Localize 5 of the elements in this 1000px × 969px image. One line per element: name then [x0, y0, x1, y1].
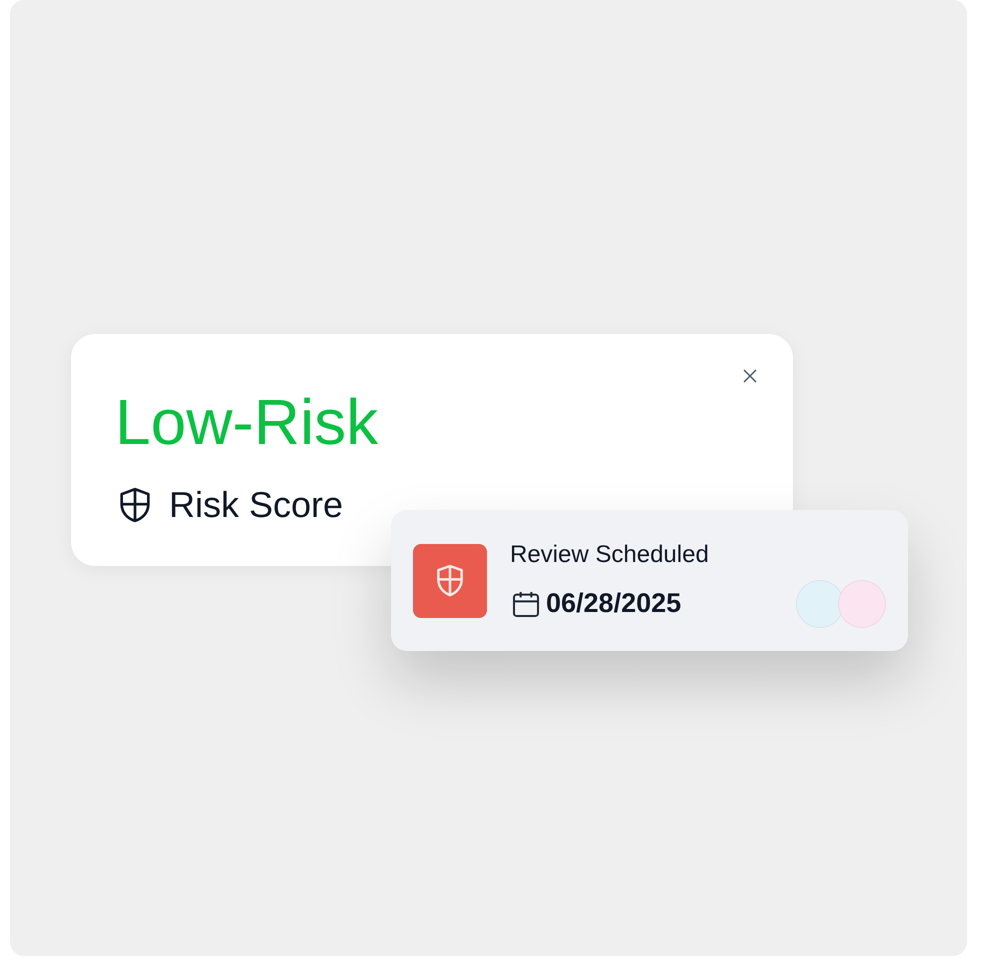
review-date: 06/28/2025 [546, 587, 682, 620]
risk-level: Low-Risk [115, 385, 378, 460]
review-title: Review Scheduled [510, 540, 709, 570]
close-icon [742, 368, 758, 384]
risk-caption: Risk Score [169, 483, 344, 527]
